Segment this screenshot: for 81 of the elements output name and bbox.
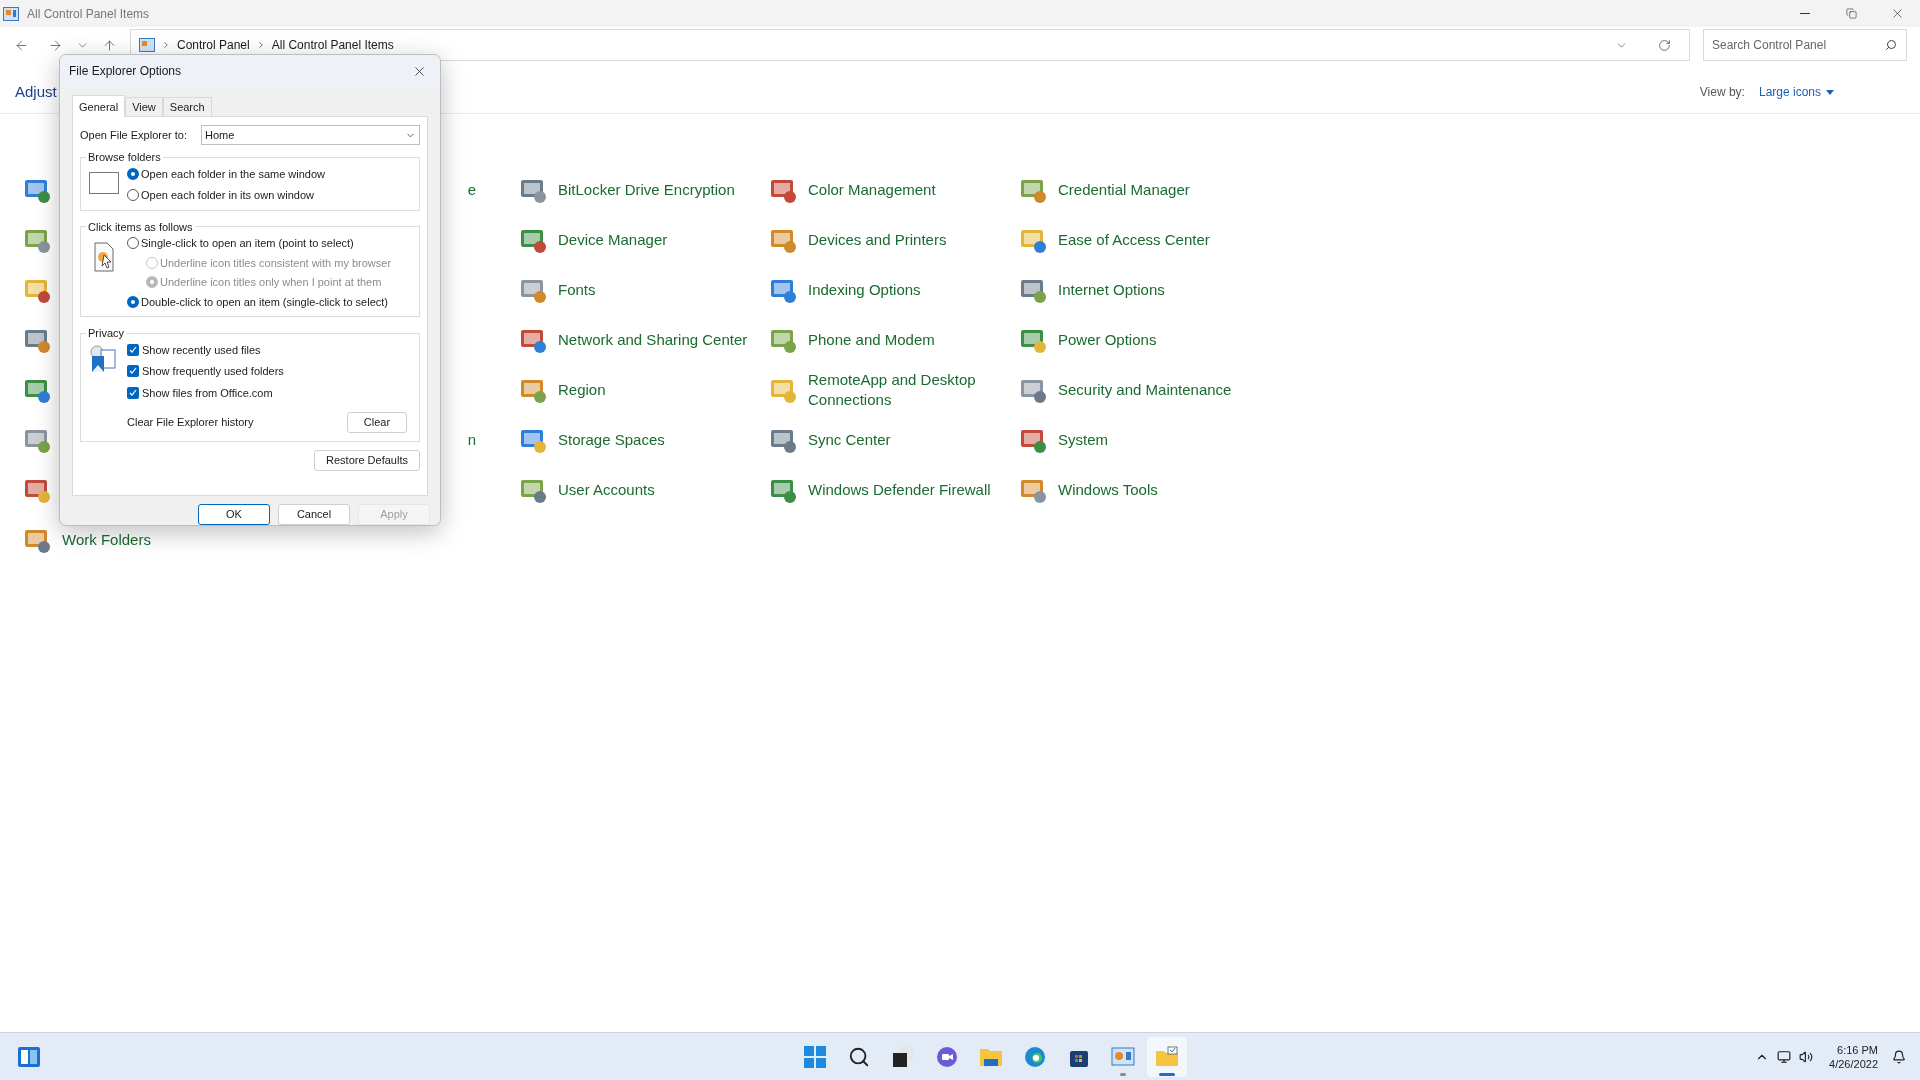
- control-panel-link[interactable]: n: [467, 430, 476, 450]
- start-icon: [803, 1044, 827, 1069]
- checkbox-label[interactable]: Show files from Office.com: [142, 384, 273, 401]
- control-panel-link[interactable]: Color Management: [808, 180, 998, 200]
- breadcrumb-separator-icon: [161, 40, 171, 50]
- checkbox[interactable]: [127, 365, 139, 378]
- refresh-icon[interactable]: [1658, 38, 1671, 52]
- tab[interactable]: Search: [162, 97, 212, 116]
- control-panel-link[interactable]: System: [1058, 430, 1248, 450]
- checkbox-label[interactable]: Show recently used files: [142, 341, 261, 358]
- search-icon: [1885, 39, 1897, 51]
- clear-history-label: Clear File Explorer history: [127, 415, 254, 431]
- open-to-label: Open File Explorer to:: [80, 127, 187, 143]
- dialog-button[interactable]: Cancel: [278, 504, 350, 525]
- view-by-dropdown[interactable]: Large icons: [1758, 83, 1834, 101]
- control-panel-link[interactable]: Phone and Modem: [808, 330, 998, 350]
- breadcrumb-item[interactable]: Control Panel: [177, 38, 250, 52]
- control-panel-link[interactable]: Device Manager: [558, 230, 748, 250]
- control-panel-link[interactable]: Ease of Access Center: [1058, 230, 1248, 250]
- control-panel-link[interactable]: Devices and Printers: [808, 230, 998, 250]
- widgets-icon[interactable]: [17, 1045, 41, 1068]
- tab[interactable]: View: [125, 97, 163, 116]
- control-panel-link[interactable]: User Accounts: [558, 480, 748, 500]
- clear-button[interactable]: Clear: [347, 412, 407, 433]
- forward-arrow-icon: [47, 37, 63, 53]
- control-panel-icon: [3, 6, 19, 21]
- checkbox-label[interactable]: Show frequently used folders: [142, 363, 284, 380]
- control-panel-link[interactable]: Windows Tools: [1058, 480, 1248, 500]
- group-title: Browse folders: [87, 150, 162, 165]
- checkbox[interactable]: [127, 343, 139, 356]
- breadcrumb-item[interactable]: All Control Panel Items: [271, 38, 394, 52]
- control-panel-link[interactable]: Credential Manager: [1058, 180, 1248, 200]
- window-icon: [89, 169, 119, 196]
- control-panel-link[interactable]: Windows Defender Firewall: [808, 480, 998, 500]
- control-panel-link[interactable]: Internet Options: [1058, 280, 1248, 300]
- dialog-title: File Explorer Options: [69, 63, 182, 80]
- group-title: Privacy: [87, 326, 126, 341]
- view-by-label: View by:: [1699, 84, 1745, 101]
- control-panel-link[interactable]: Storage Spaces: [558, 430, 748, 450]
- control-panel-icon: [139, 38, 155, 52]
- control-panel-link[interactable]: Region: [558, 380, 748, 400]
- browser-icon: [1023, 1044, 1047, 1069]
- window-title: All Control Panel Items: [27, 5, 150, 23]
- radio-label[interactable]: Single-click to open an item (point to select): [141, 235, 354, 252]
- restore-icon: [1845, 8, 1857, 19]
- radio-label[interactable]: Double-click to open an item (single-click to select): [141, 293, 388, 310]
- notification-icon[interactable]: [1892, 1049, 1906, 1064]
- caret-icon: [1826, 89, 1834, 95]
- checkbox[interactable]: [127, 386, 139, 399]
- radio-label[interactable]: Open each folder in its own window: [141, 187, 315, 204]
- radio-button[interactable]: [127, 167, 139, 180]
- clock-date[interactable]: 4/26/2022: [1829, 1056, 1878, 1071]
- radio-button[interactable]: [127, 237, 139, 250]
- chat-icon: [935, 1044, 959, 1069]
- page-heading: Adjust: [15, 81, 57, 102]
- control-panel-icon: [1111, 1045, 1135, 1068]
- minimize-icon: [1800, 13, 1810, 14]
- control-panel-link[interactable]: Power Options: [1058, 330, 1248, 350]
- radio-button[interactable]: [127, 189, 139, 202]
- group-title: Click items as follows: [87, 219, 194, 235]
- control-panel-link[interactable]: Fonts: [558, 280, 748, 300]
- control-panel-link[interactable]: Indexing Options: [808, 280, 998, 300]
- control-panel-link[interactable]: Work Folders: [62, 530, 252, 550]
- search-icon: [848, 1045, 870, 1068]
- control-panel-link[interactable]: e: [467, 180, 476, 200]
- dialog-button[interactable]: OK: [198, 504, 270, 525]
- restore-defaults-button[interactable]: Restore Defaults: [314, 450, 420, 471]
- address-bar[interactable]: Control Panel All Control Panel Items: [130, 29, 1690, 61]
- control-panel-link[interactable]: RemoteApp and Desktop Connections: [808, 370, 998, 410]
- control-panel-link[interactable]: BitLocker Drive Encryption: [558, 180, 748, 200]
- search-field[interactable]: Search Control Panel: [1703, 29, 1907, 61]
- control-panel-link[interactable]: Sync Center: [808, 430, 998, 450]
- control-panel-link[interactable]: Security and Maintenance: [1058, 380, 1248, 400]
- volume-icon[interactable]: [1799, 1049, 1814, 1064]
- open-to-dropdown[interactable]: Home: [201, 125, 420, 145]
- tab[interactable]: General: [72, 95, 126, 117]
- radio-button[interactable]: [127, 295, 139, 308]
- task-view-icon: [891, 1044, 915, 1069]
- clock-time[interactable]: 6:16 PM: [1837, 1042, 1878, 1057]
- control-panel-link[interactable]: Network and Sharing Center: [558, 330, 748, 350]
- radio-label[interactable]: Open each folder in the same window: [141, 165, 326, 182]
